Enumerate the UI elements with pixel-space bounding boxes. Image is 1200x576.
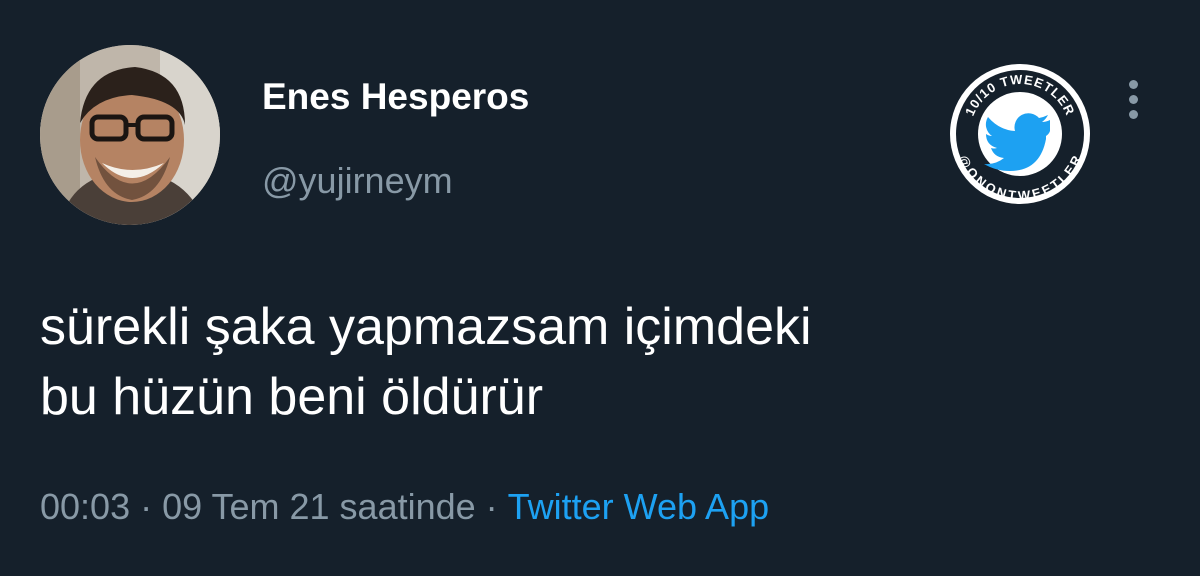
- tweet-time[interactable]: 00:03: [40, 486, 130, 527]
- avatar[interactable]: [40, 45, 220, 225]
- tweet-meta: 00:03 · 09 Tem 21 saatinde · Twitter Web App: [40, 486, 769, 528]
- watermark-badge: 10/10 TWEETLER @ONONTWEETLER: [946, 60, 1094, 208]
- separator: ·: [140, 486, 153, 527]
- tweet-date[interactable]: 09 Tem 21 saatinde: [162, 486, 476, 527]
- display-name[interactable]: Enes Hesperos: [262, 76, 529, 118]
- separator: ·: [485, 486, 498, 527]
- tweet-card: Enes Hesperos @yujirneym 10/10 TWEETLER …: [0, 0, 1200, 576]
- user-handle[interactable]: @yujirneym: [262, 160, 453, 202]
- more-vertical-icon[interactable]: [1118, 74, 1150, 124]
- tweet-text: sürekli şaka yapmazsam içimdeki bu hüzün…: [40, 298, 812, 426]
- avatar-photo: [40, 45, 220, 225]
- source-link[interactable]: Twitter Web App: [508, 486, 769, 527]
